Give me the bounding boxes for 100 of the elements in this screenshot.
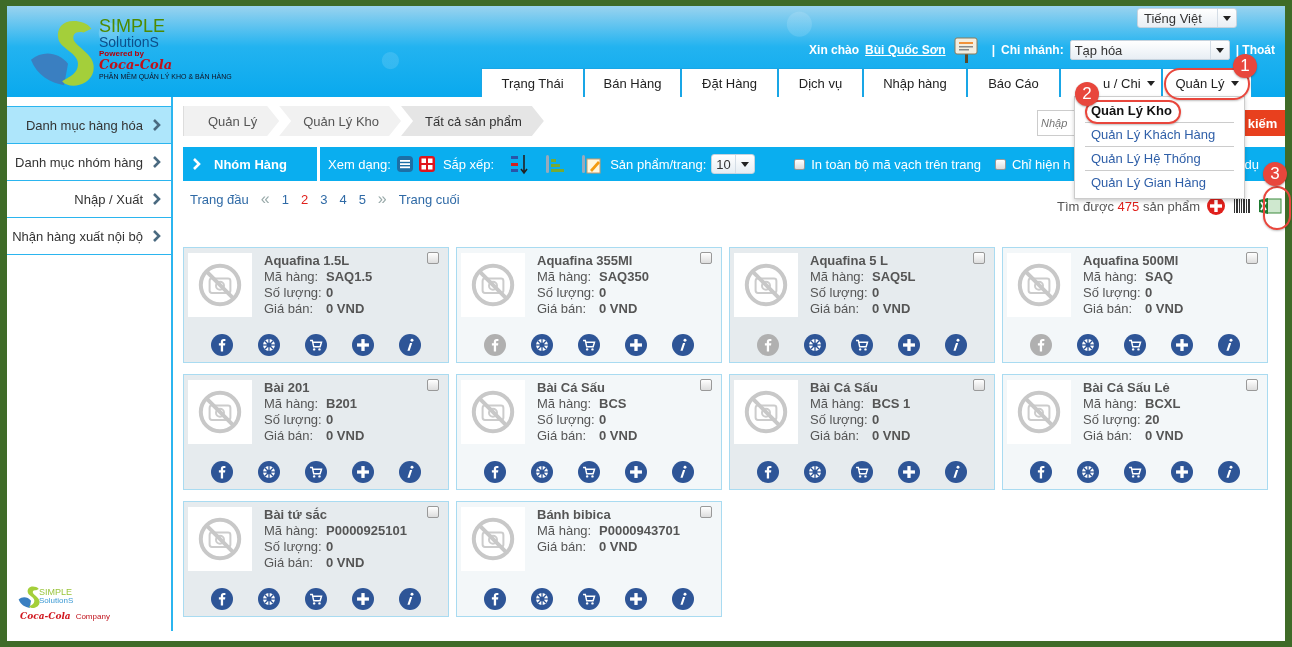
product-card[interactable]: Bài Cá Sấu Mã hàng: BCS Số lượng: 0 Giá bán: 0 VND (456, 374, 722, 490)
info-icon[interactable] (399, 461, 422, 483)
plus-icon[interactable] (898, 334, 921, 356)
info-icon[interactable] (1218, 334, 1241, 356)
checkbox[interactable] (700, 506, 712, 518)
checkbox[interactable] (427, 506, 439, 518)
edit-icon[interactable] (580, 153, 603, 175)
sort-icon[interactable] (508, 153, 531, 175)
product-card[interactable]: Aquafina 355Ml Mã hàng: SAQ350 Số lượng: 0 Giá bán: 0 VND (456, 247, 722, 363)
spreadsheet-icon[interactable] (1258, 196, 1282, 216)
aperture-icon[interactable] (1076, 334, 1099, 356)
page-link[interactable]: 3 (320, 191, 328, 207)
checkbox[interactable] (427, 252, 439, 264)
cart-icon[interactable] (1123, 334, 1146, 356)
nav-tab[interactable]: Báo Cáo (967, 68, 1060, 97)
facebook-icon[interactable] (210, 588, 233, 610)
cart-icon[interactable] (850, 461, 873, 483)
facebook-icon[interactable] (1029, 461, 1052, 483)
menu-item[interactable]: Quản Lý Gian Hàng (1091, 175, 1206, 190)
breadcrumb-item[interactable]: Tất cả sản phẩm (401, 106, 544, 136)
menu-item[interactable]: Quản Lý Khách Hàng (1091, 127, 1216, 142)
info-icon[interactable] (672, 588, 695, 610)
breadcrumb-item[interactable]: Quản Lý Kho (279, 106, 402, 136)
page-link[interactable]: 1 (281, 191, 289, 207)
cart-icon[interactable] (577, 588, 600, 610)
product-card[interactable]: Aquafina 500Ml Mã hàng: SAQ Số lượng: 0 Giá bán: 0 VND (1002, 247, 1268, 363)
info-icon[interactable] (399, 334, 422, 356)
cart-icon[interactable] (304, 334, 327, 356)
aperture-icon[interactable] (803, 461, 826, 483)
facebook-icon[interactable] (210, 461, 233, 483)
info-icon[interactable] (672, 461, 695, 483)
nav-tab[interactable]: Đặt Hàng (681, 68, 778, 97)
cart-icon[interactable] (577, 334, 600, 356)
info-icon[interactable] (945, 461, 968, 483)
checkbox[interactable] (973, 252, 985, 264)
notice-board-icon[interactable] (953, 36, 978, 64)
product-card[interactable]: Bài Cá Sấu Lẻ Mã hàng: BCXL Số lượng: 20 Giá bán: 0 VND (1002, 374, 1268, 490)
cart-icon[interactable] (850, 334, 873, 356)
aperture-icon[interactable] (1076, 461, 1099, 483)
plus-icon[interactable] (1171, 461, 1194, 483)
cart-icon[interactable] (304, 588, 327, 610)
last-page-link[interactable]: Trang cuối (398, 191, 460, 207)
plus-icon[interactable] (352, 461, 375, 483)
sidebar-item[interactable]: Danh mục hàng hóa (7, 106, 171, 144)
nav-tab[interactable]: Bán Hàng (584, 68, 681, 97)
checkbox[interactable] (995, 158, 1006, 170)
aperture-icon[interactable] (530, 461, 553, 483)
checkbox[interactable] (700, 252, 712, 264)
aperture-icon[interactable] (530, 334, 553, 356)
page-link[interactable]: 5 (358, 191, 366, 207)
plus-icon[interactable] (625, 334, 648, 356)
nav-tab[interactable]: Dịch vụ (778, 68, 863, 97)
plus-icon[interactable] (898, 461, 921, 483)
product-card[interactable]: Aquafina 5 L Mã hàng: SAQ5L Số lượng: 0 Giá bán: 0 VND (729, 247, 995, 363)
info-icon[interactable] (1218, 461, 1241, 483)
list-view-icon[interactable] (396, 156, 413, 172)
facebook-icon[interactable] (483, 461, 506, 483)
per-page-select[interactable]: 10 (711, 154, 756, 174)
checkbox[interactable] (1246, 379, 1258, 391)
nav-tab[interactable]: Trạng Thái (481, 68, 584, 97)
language-select[interactable]: Tiếng Việt (1137, 8, 1237, 28)
plus-icon[interactable] (1171, 334, 1194, 356)
plus-icon[interactable] (625, 588, 648, 610)
checkbox[interactable] (427, 379, 439, 391)
product-card[interactable]: Bài Cá Sấu Mã hàng: BCS 1 Số lượng: 0 Giá bán: 0 VND (729, 374, 995, 490)
menu-item[interactable]: Quản Lý Kho (1091, 103, 1172, 118)
aperture-icon[interactable] (257, 461, 280, 483)
plus-icon[interactable] (352, 334, 375, 356)
checkbox[interactable] (1246, 252, 1258, 264)
menu-item[interactable]: Quản Lý Hệ Thống (1091, 151, 1201, 166)
nav-tab[interactable]: Nhập hàng (863, 68, 967, 97)
plus-icon[interactable] (625, 461, 648, 483)
info-icon[interactable] (945, 334, 968, 356)
checkbox[interactable] (794, 158, 806, 170)
aperture-icon[interactable] (257, 334, 280, 356)
sidebar-item[interactable]: Danh mục nhóm hàng (7, 144, 171, 181)
facebook-icon[interactable] (483, 588, 506, 610)
product-card[interactable]: Bài 201 Mã hàng: B201 Số lượng: 0 Giá bán: 0 VND (183, 374, 449, 490)
cart-icon[interactable] (1123, 461, 1146, 483)
checkbox[interactable] (973, 379, 985, 391)
checkbox[interactable] (700, 379, 712, 391)
product-card[interactable]: Aquafina 1.5L Mã hàng: SAQ1.5 Số lượng: 0 Giá bán: 0 VND (183, 247, 449, 363)
facebook-icon[interactable] (210, 334, 233, 356)
first-page-link[interactable]: Trang đầu (190, 191, 249, 207)
facebook-icon[interactable] (756, 461, 779, 483)
cart-icon[interactable] (577, 461, 600, 483)
sidebar-item[interactable]: Nhập / Xuất (7, 181, 171, 218)
plus-icon[interactable] (352, 588, 375, 610)
sidebar-item[interactable]: Nhận hàng xuất nội bộ (7, 218, 171, 255)
cart-icon[interactable] (304, 461, 327, 483)
page-link[interactable]: 2 (300, 191, 309, 207)
product-card[interactable]: Bài tứ sắc Mã hàng: P0000925101 Số lượng: 0 Giá bán: 0 VND (183, 501, 449, 617)
aperture-icon[interactable] (257, 588, 280, 610)
info-icon[interactable] (672, 334, 695, 356)
aperture-icon[interactable] (530, 588, 553, 610)
branch-select[interactable]: Tạp hóa (1069, 40, 1230, 60)
breadcrumb-item[interactable]: Quản Lý (183, 106, 280, 136)
info-icon[interactable] (399, 588, 422, 610)
product-card[interactable]: Bánh bibica Mã hàng: P0000943701 Giá bán: 0 VND (456, 501, 722, 617)
grid-view-icon[interactable] (418, 156, 435, 172)
